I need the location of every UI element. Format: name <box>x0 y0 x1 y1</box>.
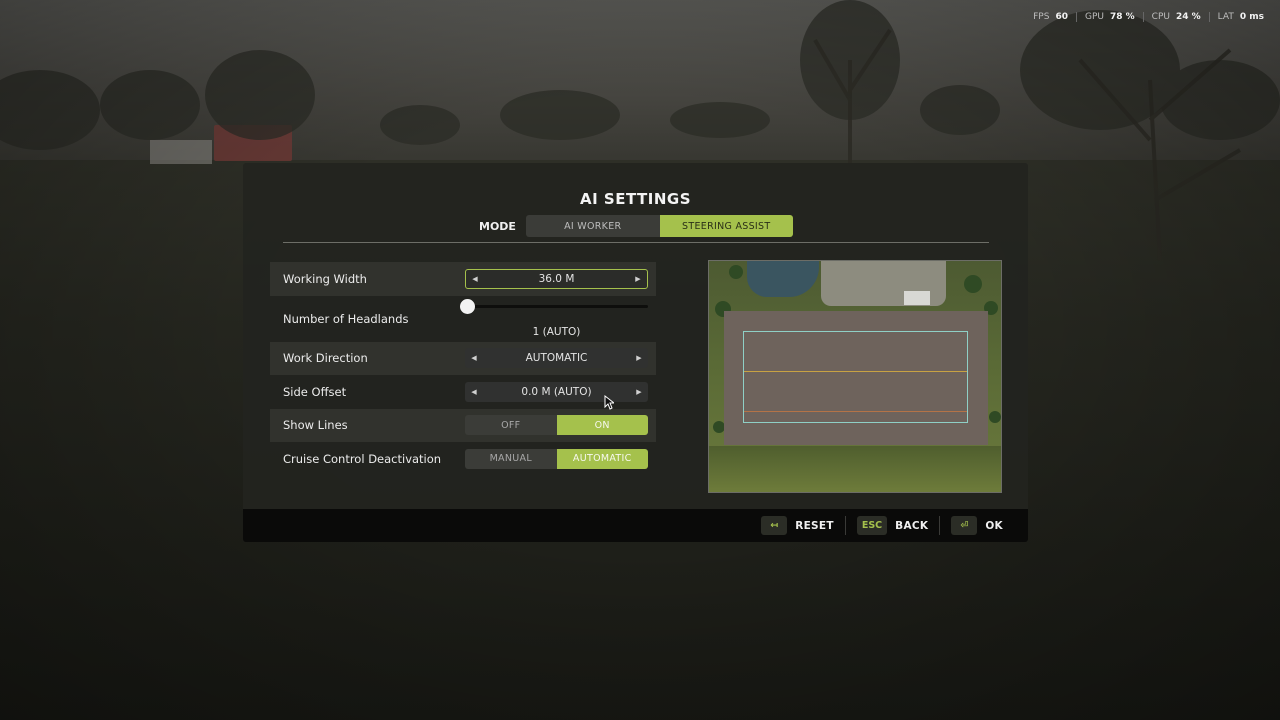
tree <box>964 275 982 293</box>
setting-work-direction: Work Direction ◀ AUTOMATIC ▶ <box>270 341 656 375</box>
work-direction-label: Work Direction <box>283 351 368 366</box>
gpu-value: 78 % <box>1109 12 1135 22</box>
working-width-value: 36.0 M <box>538 272 575 285</box>
mouse-cursor-icon <box>604 395 614 410</box>
work-path-outline <box>743 331 968 423</box>
tree <box>989 411 1001 423</box>
dialog-title: AI SETTINGS <box>579 190 692 208</box>
fps-value: 60 <box>1055 12 1068 22</box>
mode-tabs: AI WORKER STEERING ASSIST <box>526 215 793 237</box>
arrow-right-icon[interactable]: ▶ <box>630 354 648 362</box>
tab-steering-assist[interactable]: STEERING ASSIST <box>659 215 793 237</box>
setting-headlands: Number of Headlands 1 (AUTO) <box>270 296 656 342</box>
gpu-label: GPU <box>1084 12 1104 22</box>
gpu-stat: GPU 78 % <box>1075 12 1143 22</box>
slider-handle[interactable] <box>460 298 475 314</box>
show-lines-on[interactable]: ON <box>556 415 648 436</box>
show-lines-label: Show Lines <box>283 418 348 433</box>
back-label: BACK <box>895 519 929 532</box>
dialog-footer: ↤ RESET ESC BACK ⏎ OK <box>243 509 1028 542</box>
setting-side-offset: Side Offset ◀ 0.0 M (AUTO) ▶ <box>270 375 656 409</box>
work-direction-value: AUTOMATIC <box>525 352 588 365</box>
headlands-value: 1 (AUTO) <box>532 325 581 338</box>
reset-label: RESET <box>795 519 834 532</box>
enter-key-icon: ⏎ <box>951 516 978 535</box>
arrow-left-icon[interactable]: ◀ <box>465 388 483 396</box>
guide-line <box>744 411 967 412</box>
cruise-control-manual[interactable]: MANUAL <box>465 448 557 469</box>
cpu-value: 24 % <box>1175 12 1201 22</box>
slider-track[interactable] <box>465 304 648 308</box>
arrow-right-icon[interactable]: ▶ <box>629 275 647 283</box>
cpu-label: CPU <box>1151 12 1170 22</box>
working-width-stepper[interactable]: ◀ 36.0 M ▶ <box>465 268 648 289</box>
tree <box>729 265 743 279</box>
fps-label: FPS <box>1033 12 1050 22</box>
guide-line <box>744 371 967 372</box>
field-preview-map <box>708 260 1002 493</box>
mode-label: MODE <box>479 220 516 233</box>
performance-hud: FPS 60 GPU 78 % CPU 24 % LAT 0 ms <box>1025 12 1272 22</box>
settings-list: Working Width ◀ 36.0 M ▶ Number of Headl… <box>270 262 656 476</box>
latency-value: 0 ms <box>1239 12 1264 22</box>
fps-stat: FPS 60 <box>1025 12 1076 22</box>
cruise-control-toggle: MANUAL AUTOMATIC <box>465 448 648 469</box>
arrow-left-icon[interactable]: ◀ <box>466 275 484 283</box>
arrow-right-icon[interactable]: ▶ <box>630 388 648 396</box>
latency-stat: LAT 0 ms <box>1208 12 1272 22</box>
side-offset-label: Side Offset <box>283 384 347 399</box>
pond <box>747 261 819 297</box>
ok-label: OK <box>985 519 1003 532</box>
reset-button[interactable]: ↤ RESET <box>750 516 845 535</box>
grass-strip <box>709 446 1001 492</box>
ok-button[interactable]: ⏎ OK <box>939 516 1014 535</box>
reset-arrows-icon: ↤ <box>761 516 788 535</box>
working-width-label: Working Width <box>283 271 367 286</box>
ai-settings-dialog: AI SETTINGS MODE AI WORKER STEERING ASSI… <box>243 163 1028 509</box>
cruise-control-label: Cruise Control Deactivation <box>283 451 442 466</box>
work-direction-stepper[interactable]: ◀ AUTOMATIC ▶ <box>465 348 648 369</box>
setting-show-lines: Show Lines OFF ON <box>270 408 656 442</box>
setting-working-width: Working Width ◀ 36.0 M ▶ <box>270 262 656 296</box>
show-lines-toggle: OFF ON <box>465 415 648 436</box>
cruise-control-automatic[interactable]: AUTOMATIC <box>556 448 648 469</box>
setting-cruise-control: Cruise Control Deactivation MANUAL AUTOM… <box>270 442 656 476</box>
cpu-stat: CPU 24 % <box>1142 12 1209 22</box>
latency-label: LAT <box>1217 12 1234 22</box>
back-button[interactable]: ESC BACK <box>844 516 939 535</box>
side-offset-stepper[interactable]: ◀ 0.0 M (AUTO) ▶ <box>465 381 648 402</box>
building <box>904 291 930 305</box>
esc-key: ESC <box>856 516 888 535</box>
tab-ai-worker[interactable]: AI WORKER <box>526 215 660 237</box>
show-lines-off[interactable]: OFF <box>465 415 557 436</box>
arrow-left-icon[interactable]: ◀ <box>465 354 483 362</box>
header-divider <box>283 242 989 243</box>
headlands-label: Number of Headlands <box>283 311 409 326</box>
